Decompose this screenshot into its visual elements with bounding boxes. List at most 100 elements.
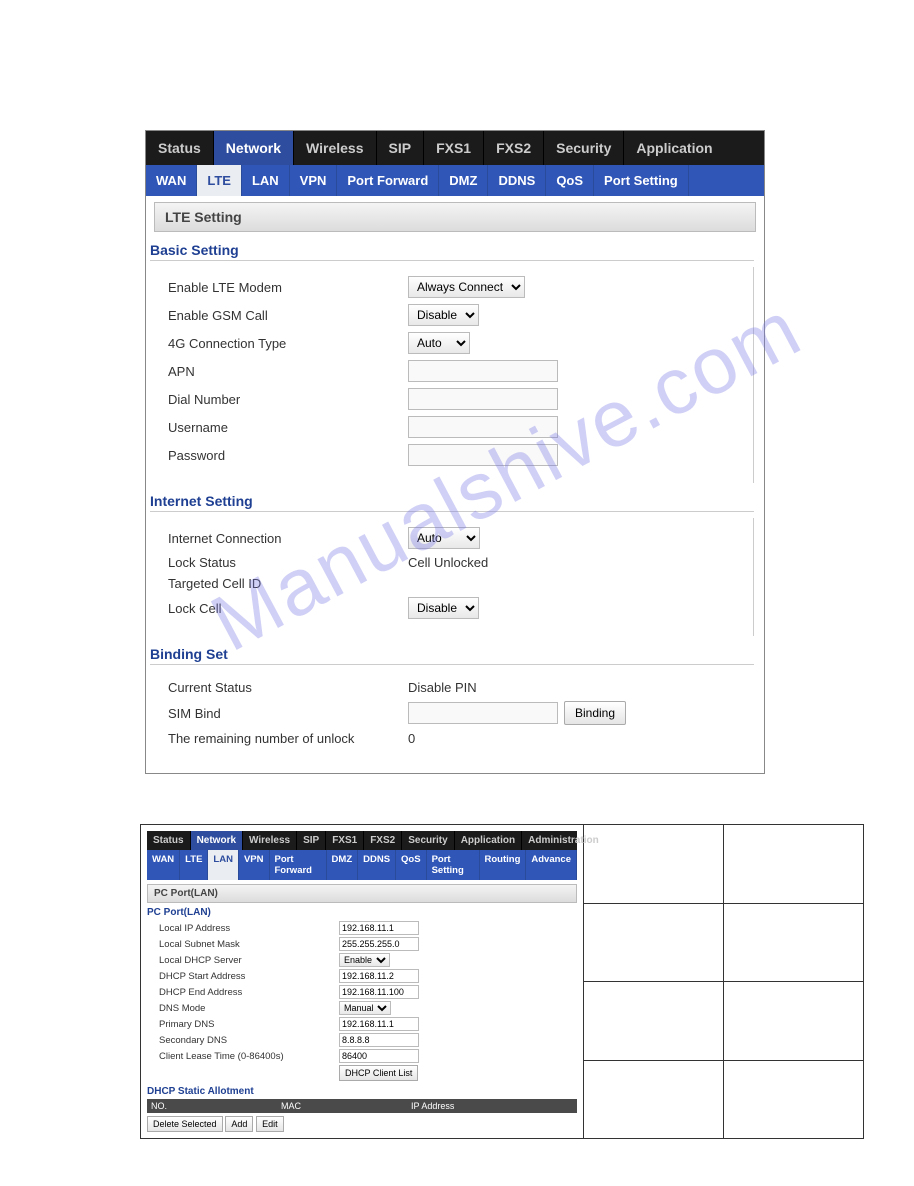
secondary-dns-input[interactable] <box>339 1033 419 1047</box>
section-binding-title: Binding Set <box>150 646 754 665</box>
conn-type-select[interactable]: Auto <box>408 332 470 354</box>
delete-selected-button[interactable]: Delete Selected <box>147 1116 223 1132</box>
lock-cell-label: Lock Cell <box>168 601 408 616</box>
tab-status[interactable]: Status <box>146 131 213 165</box>
pass-input[interactable] <box>408 444 558 466</box>
binding-button[interactable]: Binding <box>564 701 626 725</box>
subtab2-port-forward[interactable]: Port Forward <box>270 850 327 880</box>
dns-mode-select[interactable]: Manual <box>339 1001 391 1015</box>
tab2-fxs2[interactable]: FXS2 <box>363 831 401 850</box>
subtab2-wan[interactable]: WAN <box>147 850 180 880</box>
subtab2-dmz[interactable]: DMZ <box>327 850 359 880</box>
section-basic-title: Basic Setting <box>150 242 754 261</box>
tab-sip[interactable]: SIP <box>376 131 424 165</box>
tab2-application[interactable]: Application <box>454 831 521 850</box>
tab2-status[interactable]: Status <box>147 831 190 850</box>
subtab-lte[interactable]: LTE <box>197 165 242 196</box>
empty-cell <box>584 1060 724 1139</box>
local-ip-input[interactable] <box>339 921 419 935</box>
add-button[interactable]: Add <box>225 1116 253 1132</box>
lan-settings-panel: Status Network Wireless SIP FXS1 FXS2 Se… <box>147 831 577 1132</box>
lease-input[interactable] <box>339 1049 419 1063</box>
section-pcport-title: PC Port(LAN) <box>147 907 577 918</box>
tab-network[interactable]: Network <box>213 131 293 165</box>
section-internet-title: Internet Setting <box>150 493 754 512</box>
dial-input[interactable] <box>408 388 558 410</box>
subtab2-advance[interactable]: Advance <box>526 850 577 880</box>
col-mac: MAC <box>277 1099 407 1113</box>
col-no: NO. <box>147 1099 277 1113</box>
tab2-network[interactable]: Network <box>190 831 242 850</box>
edit-button[interactable]: Edit <box>256 1116 284 1132</box>
user-label: Username <box>168 420 408 435</box>
dhcp-client-list-button[interactable]: DHCP Client List <box>339 1065 418 1081</box>
tab-wireless[interactable]: Wireless <box>293 131 375 165</box>
dns-mode-label: DNS Mode <box>159 1003 339 1014</box>
subtab-qos[interactable]: QoS <box>546 165 594 196</box>
subtab2-ddns[interactable]: DDNS <box>358 850 396 880</box>
lock-status-value: Cell Unlocked <box>408 555 488 570</box>
top-nav-2: Status Network Wireless SIP FXS1 FXS2 Se… <box>147 831 577 850</box>
dhcp-end-label: DHCP End Address <box>159 987 339 998</box>
empty-cell <box>724 825 864 904</box>
page-title-2: PC Port(LAN) <box>147 884 577 903</box>
lock-cell-select[interactable]: Disable <box>408 597 479 619</box>
dial-label: Dial Number <box>168 392 408 407</box>
subnet-label: Local Subnet Mask <box>159 939 339 950</box>
tab2-security[interactable]: Security <box>401 831 453 850</box>
subtab-wan[interactable]: WAN <box>146 165 197 196</box>
lte-settings-panel: Status Network Wireless SIP FXS1 FXS2 Se… <box>145 130 765 774</box>
conn-type-label: 4G Connection Type <box>168 336 408 351</box>
subtab-port-setting[interactable]: Port Setting <box>594 165 689 196</box>
user-input[interactable] <box>408 416 558 438</box>
subtab-dmz[interactable]: DMZ <box>439 165 488 196</box>
dhcp-start-input[interactable] <box>339 969 419 983</box>
subtab2-port-setting[interactable]: Port Setting <box>427 850 480 880</box>
apn-input[interactable] <box>408 360 558 382</box>
subtab2-lan[interactable]: LAN <box>208 850 239 880</box>
dhcp-server-select[interactable]: Enable <box>339 953 390 967</box>
primary-dns-input[interactable] <box>339 1017 419 1031</box>
dhcp-static-title: DHCP Static Allotment <box>147 1086 577 1097</box>
internet-conn-select[interactable]: Auto <box>408 527 480 549</box>
subtab-lan[interactable]: LAN <box>242 165 290 196</box>
tab-security[interactable]: Security <box>543 131 623 165</box>
sub-nav: WAN LTE LAN VPN Port Forward DMZ DDNS Qo… <box>146 165 764 196</box>
tab-fxs2[interactable]: FXS2 <box>483 131 543 165</box>
remaining-value: 0 <box>408 731 415 746</box>
subtab2-routing[interactable]: Routing <box>480 850 527 880</box>
tab2-fxs1[interactable]: FXS1 <box>325 831 363 850</box>
subtab2-qos[interactable]: QoS <box>396 850 427 880</box>
pass-label: Password <box>168 448 408 463</box>
subtab2-lte[interactable]: LTE <box>180 850 208 880</box>
tab2-wireless[interactable]: Wireless <box>242 831 296 850</box>
dhcp-server-label: Local DHCP Server <box>159 955 339 966</box>
subtab-vpn[interactable]: VPN <box>290 165 338 196</box>
tab-fxs1[interactable]: FXS1 <box>423 131 483 165</box>
subnet-input[interactable] <box>339 937 419 951</box>
sim-bind-label: SIM Bind <box>168 706 408 721</box>
targeted-label: Targeted Cell ID <box>168 576 408 591</box>
enable-lte-select[interactable]: Always Connect <box>408 276 525 298</box>
subtab2-vpn[interactable]: VPN <box>239 850 270 880</box>
sub-nav-2: WAN LTE LAN VPN Port Forward DMZ DDNS Qo… <box>147 850 577 880</box>
empty-cell <box>724 903 864 982</box>
enable-gsm-select[interactable]: Disable <box>408 304 479 326</box>
dhcp-end-input[interactable] <box>339 985 419 999</box>
static-table-header: NO. MAC IP Address <box>147 1099 577 1113</box>
dhcp-start-label: DHCP Start Address <box>159 971 339 982</box>
page-title: LTE Setting <box>154 202 756 232</box>
empty-cell <box>724 982 864 1061</box>
tab2-administration[interactable]: Administration <box>521 831 605 850</box>
subtab-ddns[interactable]: DDNS <box>488 165 546 196</box>
col-ip: IP Address <box>407 1099 458 1113</box>
primary-dns-label: Primary DNS <box>159 1019 339 1030</box>
subtab-port-forward[interactable]: Port Forward <box>337 165 439 196</box>
empty-cell <box>584 903 724 982</box>
layout-table: Status Network Wireless SIP FXS1 FXS2 Se… <box>140 824 864 1139</box>
tab-application[interactable]: Application <box>623 131 724 165</box>
empty-cell <box>724 1060 864 1139</box>
tab2-sip[interactable]: SIP <box>296 831 325 850</box>
sim-bind-input[interactable] <box>408 702 558 724</box>
internet-conn-label: Internet Connection <box>168 531 408 546</box>
